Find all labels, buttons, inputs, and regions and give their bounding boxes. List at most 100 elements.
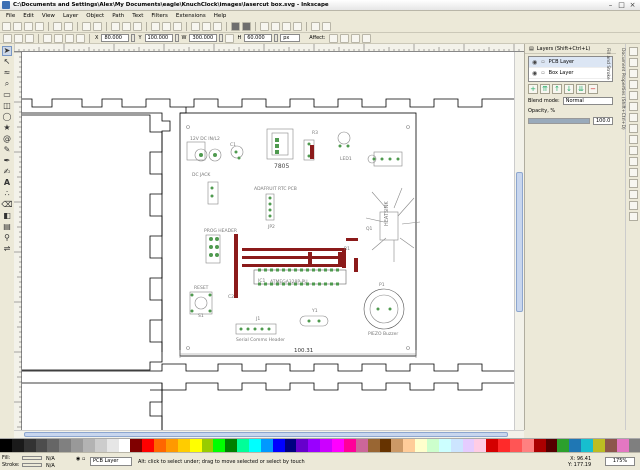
- menu-object[interactable]: Object: [82, 13, 108, 19]
- horizontal-scrollbar[interactable]: [14, 430, 524, 438]
- color-swatch[interactable]: [47, 439, 60, 453]
- snap-page-border-icon[interactable]: [628, 190, 638, 199]
- color-swatch[interactable]: [308, 439, 321, 453]
- redo-icon[interactable]: [93, 21, 102, 31]
- rectangle-tool-icon[interactable]: ▭: [2, 90, 12, 100]
- add-layer-icon[interactable]: +: [528, 84, 538, 94]
- deselect-icon[interactable]: [25, 33, 34, 43]
- selector-tool-icon[interactable]: ➤: [2, 46, 12, 56]
- vertical-ruler[interactable]: [14, 51, 22, 430]
- ungroup-icon[interactable]: [242, 21, 251, 31]
- lock-icon[interactable]: ▫: [82, 456, 85, 462]
- color-swatch[interactable]: [106, 439, 119, 453]
- color-swatch[interactable]: [201, 439, 214, 453]
- xml-editor-icon[interactable]: [282, 21, 291, 31]
- color-swatch[interactable]: [94, 439, 107, 453]
- color-swatch[interactable]: [509, 439, 522, 453]
- color-swatch[interactable]: [569, 439, 582, 453]
- lower-layer-to-bottom-icon[interactable]: ⇊: [576, 84, 586, 94]
- height-spinner[interactable]: [274, 34, 279, 42]
- y-input[interactable]: 100.000: [144, 34, 173, 42]
- color-swatch[interactable]: [474, 439, 487, 453]
- width-input[interactable]: 300.000: [189, 34, 218, 42]
- move-patterns-icon[interactable]: [361, 33, 371, 43]
- y-spinner[interactable]: [174, 34, 179, 42]
- snap-bbox-corners-icon[interactable]: [628, 80, 638, 89]
- zoom-tool-icon[interactable]: ⌕: [2, 79, 12, 89]
- move-gradients-icon[interactable]: [350, 33, 360, 43]
- color-swatch[interactable]: [83, 439, 95, 453]
- node-tool-icon[interactable]: ↖: [2, 57, 12, 67]
- x-spinner[interactable]: [131, 34, 136, 42]
- menu-text[interactable]: Text: [128, 13, 147, 19]
- text-tool-icon[interactable]: A: [2, 178, 12, 188]
- 3d-box-tool-icon[interactable]: ◫: [2, 101, 12, 111]
- eye-icon[interactable]: ◉: [76, 456, 80, 462]
- snap-bbox-edges-icon[interactable]: [628, 69, 638, 78]
- unlock-icon[interactable]: ▫: [541, 59, 544, 65]
- snap-bbox-midpoints-icon[interactable]: [628, 91, 638, 100]
- snap-nodes-icon[interactable]: [628, 102, 638, 111]
- color-swatch[interactable]: [592, 439, 605, 453]
- paste-icon[interactable]: [133, 21, 142, 31]
- opacity-slider[interactable]: [528, 118, 590, 124]
- open-icon[interactable]: [13, 21, 22, 31]
- tab-document-properties[interactable]: Document Properties (Shift+Ctrl+D): [620, 48, 625, 430]
- menu-file[interactable]: File: [2, 13, 19, 19]
- units-select[interactable]: px: [280, 34, 301, 42]
- zoom-selection-icon[interactable]: [151, 21, 160, 31]
- snap-bbox-icon[interactable]: [628, 58, 638, 67]
- scrollbar-thumb[interactable]: [24, 432, 508, 437]
- gradient-tool-icon[interactable]: ▤: [2, 222, 12, 232]
- color-swatch[interactable]: [450, 439, 463, 453]
- preferences-icon[interactable]: [311, 21, 320, 31]
- ellipse-tool-icon[interactable]: ◯: [2, 112, 12, 122]
- snap-midpoints-icon[interactable]: [628, 157, 638, 166]
- color-swatch[interactable]: [557, 439, 570, 453]
- menu-edit[interactable]: Edit: [19, 13, 38, 19]
- delete-layer-icon[interactable]: −: [588, 84, 598, 94]
- color-swatch[interactable]: [260, 439, 273, 453]
- opacity-input[interactable]: 100.0: [593, 117, 613, 125]
- snap-toggle-icon[interactable]: [628, 47, 638, 56]
- scale-corners-icon[interactable]: [339, 33, 349, 43]
- color-swatch[interactable]: [225, 439, 238, 453]
- zoom-field[interactable]: 175%: [605, 457, 635, 466]
- color-swatch[interactable]: [59, 439, 72, 453]
- color-swatch[interactable]: [142, 439, 155, 453]
- scale-stroke-icon[interactable]: [328, 33, 338, 43]
- star-tool-icon[interactable]: ★: [2, 123, 12, 133]
- spray-tool-icon[interactable]: ∴: [2, 189, 12, 199]
- width-spinner[interactable]: [219, 34, 224, 42]
- color-swatch[interactable]: [177, 439, 190, 453]
- current-layer-select[interactable]: PCB Layer: [90, 457, 132, 466]
- calligraphy-tool-icon[interactable]: ✍: [2, 167, 12, 177]
- color-swatch[interactable]: [320, 439, 333, 453]
- color-swatch[interactable]: [154, 439, 167, 453]
- save-icon[interactable]: [24, 21, 33, 31]
- fill-stroke-icon[interactable]: [260, 21, 269, 31]
- menu-layer[interactable]: Layer: [59, 13, 82, 19]
- raise-layer-icon[interactable]: ↑: [552, 84, 562, 94]
- connector-tool-icon[interactable]: ⇌: [2, 244, 12, 254]
- clone-icon[interactable]: [202, 21, 211, 31]
- lower-layer-icon[interactable]: ↓: [564, 84, 574, 94]
- color-swatch[interactable]: [355, 439, 368, 453]
- color-swatch[interactable]: [521, 439, 534, 453]
- lock-proportions-icon[interactable]: [225, 33, 235, 43]
- menu-filters[interactable]: Filters: [147, 13, 172, 19]
- color-swatch[interactable]: [379, 439, 392, 453]
- minimize-icon[interactable]: –: [607, 1, 614, 9]
- spiral-tool-icon[interactable]: @: [2, 134, 12, 144]
- color-swatch[interactable]: [486, 439, 499, 453]
- snap-grid-icon[interactable]: [628, 201, 638, 210]
- zoom-drawing-icon[interactable]: [162, 21, 171, 31]
- raise-layer-to-top-icon[interactable]: ⇈: [540, 84, 550, 94]
- rotate-cw-icon[interactable]: [54, 33, 63, 43]
- snap-intersections-icon[interactable]: [628, 124, 638, 133]
- zoom-page-icon[interactable]: [173, 21, 182, 31]
- color-swatch[interactable]: [272, 439, 285, 453]
- color-swatch[interactable]: [415, 439, 427, 453]
- color-swatch[interactable]: [581, 439, 593, 453]
- color-swatch[interactable]: [403, 439, 416, 453]
